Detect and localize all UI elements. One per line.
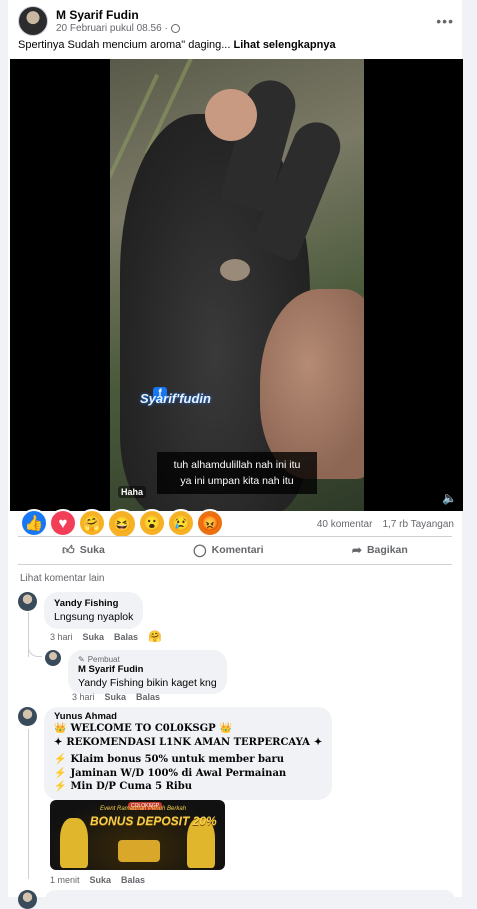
reply-text: Yandy Fishing bikin kaget kng <box>78 677 217 689</box>
comment-actions: 1 menit Suka Balas <box>50 875 146 885</box>
video-player[interactable]: f Syarif'fudin tuh alhamdulillah nah ini… <box>10 59 463 511</box>
post-actions: 👍︎ Suka ◯ Komentari ➦ Bagikan <box>18 538 452 562</box>
fingertip <box>205 89 257 141</box>
author-badge: ✎ Pembuat <box>78 655 120 664</box>
next-comment-partial <box>18 888 458 909</box>
reaction-tag: Haha <box>118 486 147 498</box>
post-card: M Syarif Fudin 20 Februari pukul 08.56 ·… <box>8 0 463 909</box>
like-button[interactable]: 👍︎ Suka <box>62 543 105 558</box>
video-watermark: Syarif'fudin <box>140 391 211 406</box>
comment-bubble: Yandy Fishing Lngsung nyaplok <box>44 592 144 629</box>
replier-avatar[interactable] <box>45 650 61 666</box>
divider <box>18 564 452 565</box>
divider <box>18 536 452 537</box>
haha-reaction-icon[interactable]: 😆 <box>107 509 137 539</box>
commenter-avatar[interactable] <box>18 707 37 726</box>
view-count: 1,7 rb Tayangan <box>382 519 454 530</box>
thumbs-up-icon: 👍︎ <box>62 542 75 557</box>
comment-count[interactable]: 40 komentar <box>317 519 373 530</box>
author-info: M Syarif Fudin 20 Februari pukul 08.56 · <box>56 8 180 34</box>
post-header: M Syarif Fudin 20 Februari pukul 08.56 ·… <box>18 6 454 36</box>
video-frame <box>110 59 364 511</box>
promo-banner-image[interactable]: COLOKSGP Event Ramadhan Penuh Berkah BON… <box>50 800 225 870</box>
post-meta: 20 Februari pukul 08.56 · <box>56 23 180 34</box>
comment-actions: 3 hari Suka Balas 🤗 <box>50 630 162 643</box>
comment-button[interactable]: ◯ Komentari <box>193 543 263 557</box>
share-icon: ➦ <box>351 543 362 557</box>
comment-text: Lngsung nyaplok <box>54 611 134 623</box>
caption-text: Spertinya Sudah mencium aroma" daging... <box>18 39 231 51</box>
comment-reply-button[interactable]: Balas <box>114 632 138 642</box>
promo-text: 👑 WELCOME TO C0L0KSGP 👑 ✦ REKOMENDASI L1NK … <box>54 723 323 792</box>
reply: ✎ Pembuat M Syarif Fudin Yandy Fishing b… <box>45 650 227 694</box>
mute-icon[interactable]: 🔈 <box>442 491 457 505</box>
replier-name[interactable]: M Syarif Fudin <box>78 664 217 675</box>
banner-title: BONUS DEPOSIT 20% <box>90 814 217 828</box>
share-button[interactable]: ➦ Bagikan <box>352 543 408 557</box>
view-more-comments-link[interactable]: Lihat komentar lain <box>20 573 105 584</box>
bait <box>220 259 250 281</box>
love-reaction-icon[interactable]: ♥ <box>49 509 77 537</box>
comment: Yandy Fishing Lngsung nyaplok <box>18 592 144 629</box>
angry-reaction-icon[interactable]: 😡 <box>196 509 224 537</box>
post-timestamp[interactable]: 20 Februari pukul 08.56 <box>56 23 162 34</box>
author-name[interactable]: M Syarif Fudin <box>56 8 180 22</box>
comment-time[interactable]: 3 hari <box>50 632 73 642</box>
globe-icon <box>170 24 180 33</box>
pencil-icon: ✎ <box>78 655 85 664</box>
video-subtitle: tuh alhamdulillah nah ini itu ya ini ump… <box>157 452 317 494</box>
commenter-avatar[interactable] <box>18 592 37 611</box>
comment-bubble: Yunus Ahmad 👑 WELCOME TO C0L0KSGP 👑 ✦ REKOM… <box>44 707 333 800</box>
care-reaction-icon: 🤗 <box>148 631 162 643</box>
see-more-link[interactable]: Lihat selengkapnya <box>233 39 335 51</box>
hand <box>260 289 364 479</box>
care-reaction-icon[interactable]: 🤗 <box>78 509 106 537</box>
comment: Yunus Ahmad 👑 WELCOME TO C0L0KSGP 👑 ✦ REKOM… <box>18 707 333 800</box>
commenter-name[interactable]: Yunus Ahmad <box>54 711 322 722</box>
comment-icon: ◯ <box>193 543 207 557</box>
sad-reaction-icon[interactable]: 😢 <box>167 509 195 537</box>
reaction-summary[interactable]: 👍 ♥ 🤗 😆 😮 😢 😡 <box>20 509 225 539</box>
reply-actions: 3 hari Suka Balas <box>72 692 161 702</box>
reply-bubble: ✎ Pembuat M Syarif Fudin Yandy Fishing b… <box>68 650 227 694</box>
post-caption: Spertinya Sudah mencium aroma" daging...… <box>18 39 336 51</box>
banner-subtitle: Event Ramadhan Penuh Berkah <box>100 806 187 812</box>
wow-reaction-icon[interactable]: 😮 <box>138 509 166 537</box>
more-options-icon[interactable]: ••• <box>436 13 454 29</box>
author-avatar[interactable] <box>18 6 48 36</box>
like-reaction-icon[interactable]: 👍 <box>20 509 48 537</box>
commenter-name[interactable]: Yandy Fishing <box>54 598 133 609</box>
post-stats: 40 komentar 1,7 rb Tayangan <box>317 519 454 530</box>
comment-like-button[interactable]: Suka <box>83 632 105 642</box>
